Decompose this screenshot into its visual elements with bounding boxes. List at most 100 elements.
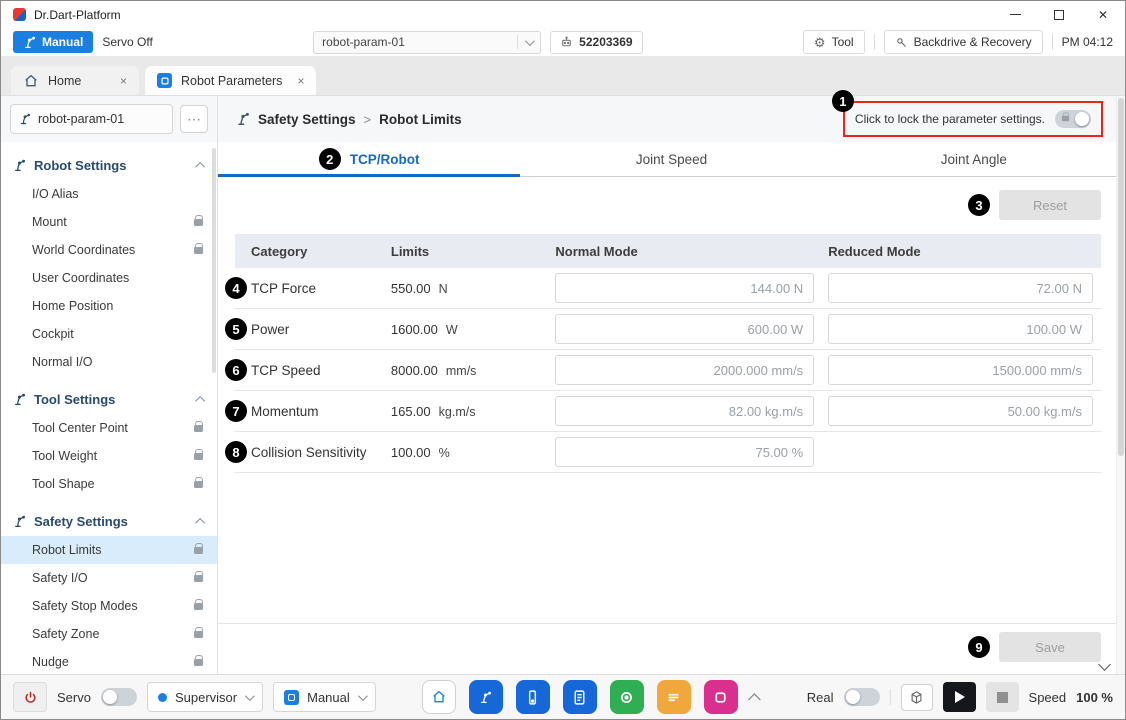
document-app-icon[interactable] [563,680,597,714]
normal-mode-input[interactable]: 2000.000 mm/s [555,355,814,385]
sidebar-item-robot-limits[interactable]: Robot Limits [1,536,217,564]
sidebar-param-box[interactable]: robot-param-01 [10,104,173,134]
close-button[interactable]: ✕ [1081,1,1125,28]
category-label: Momentum [251,404,319,419]
manual-mode-button[interactable]: Manual [13,31,93,53]
category-cell: 6TCP Speed [235,363,391,378]
tab-joint-speed[interactable]: Joint Speed [520,142,822,176]
sidebar-section-label: Robot Settings [34,158,126,173]
normal-mode-input[interactable]: 600.00 W [555,314,814,344]
sidebar-item-mount[interactable]: Mount [1,208,217,236]
table-row-tcp-force: 4TCP Force550.00N144.00 N72.00 N [235,268,1101,309]
sidebar-item-tool-center-point[interactable]: Tool Center Point [1,414,217,442]
more-options-button[interactable]: ⋯ [180,105,208,133]
category-cell: 7Momentum [235,404,391,419]
reduced-mode-input[interactable]: 50.00 kg.m/s [828,396,1093,426]
sidebar-item-safety-zone[interactable]: Safety Zone [1,620,217,648]
divider [874,34,875,50]
robot-arm-app-icon[interactable] [469,680,503,714]
divider [890,689,891,705]
lock-hint-text: Click to lock the parameter settings. [855,112,1045,126]
limits-table-body: 4TCP Force550.00N144.00 N72.00 N5Power16… [235,268,1101,473]
home-hub-app-icon[interactable] [422,680,456,714]
robot-param-select-value: robot-param-01 [322,35,405,49]
sidebar-item-tool-weight[interactable]: Tool Weight [1,442,217,470]
minimize-button[interactable] [993,1,1037,28]
chevron-up-icon [195,161,205,171]
tab-tcp-robot[interactable]: 2TCP/Robot [218,142,520,176]
sidebar-header: robot-param-01 ⋯ [1,96,217,142]
sidebar-item-label: Safety Zone [32,627,99,641]
robot-serial-box[interactable]: 52203369 [550,31,642,54]
backdrive-recovery-button[interactable]: Backdrive & Recovery [884,30,1043,54]
robot-square-icon [157,73,172,88]
collapse-dock-icon[interactable] [748,693,761,706]
sidebar-section-robot-settings[interactable]: Robot Settings [1,150,217,180]
play-button[interactable] [943,682,976,712]
normal-mode-input[interactable]: 75.00 % [555,437,814,467]
parameter-lock-control: 1 Click to lock the parameter settings. [843,101,1103,137]
sidebar-item-tool-shape[interactable]: Tool Shape [1,470,217,498]
teach-pendant-app-icon[interactable] [516,680,550,714]
limit-unit: N [439,282,448,296]
sidebar-menu: Robot Settings I/O AliasMountWorld Coordi… [1,142,217,674]
normal-mode-cell: 600.00 W [555,314,828,344]
maximize-button[interactable] [1037,1,1081,28]
sidebar-item-i-o-alias[interactable]: I/O Alias [1,180,217,208]
3d-view-button[interactable] [901,684,933,711]
sidebar-item-home-position[interactable]: Home Position [1,292,217,320]
sidebar-item-label: Normal I/O [32,355,92,369]
limits-cell: 165.00kg.m/s [391,404,556,419]
content-scrollbar[interactable] [1116,96,1125,674]
more-options-icon: ⋯ [187,111,201,128]
stop-button[interactable] [986,682,1019,712]
app-dock [422,680,738,714]
orange-lines-app-icon[interactable] [657,680,691,714]
manual-mode-icon [284,690,299,705]
body-row: robot-param-01 ⋯ Robot Settings I/O Alias… [1,96,1125,674]
sidebar-item-safety-stop-modes[interactable]: Safety Stop Modes [1,592,217,620]
tab-joint-angle[interactable]: Joint Angle [823,142,1125,176]
role-select[interactable]: Supervisor [147,682,263,712]
servo-toggle[interactable] [101,688,137,706]
robot-param-select[interactable]: robot-param-01 [313,31,541,54]
tool-button[interactable]: ⚙ Tool [803,30,865,54]
breadcrumb-parent[interactable]: Safety Settings [258,112,356,127]
normal-mode-cell: 82.00 kg.m/s [555,396,828,426]
reduced-mode-input[interactable]: 72.00 N [828,273,1093,303]
sidebar-item-cockpit[interactable]: Cockpit [1,320,217,348]
sidebar-item-user-coordinates[interactable]: User Coordinates [1,264,217,292]
limit-value: 550.00 [391,281,431,296]
magenta-shape-app-icon[interactable] [704,680,738,714]
close-tab-icon[interactable]: × [291,74,304,88]
lock-icon [194,547,203,554]
sidebar-item-safety-i-o[interactable]: Safety I/O [1,564,217,592]
green-circle-app-icon[interactable] [610,680,644,714]
sidebar-item-label: Tool Shape [32,477,95,491]
real-label: Real [807,690,834,705]
sidebar-section-safety-settings[interactable]: Safety Settings [1,506,217,536]
normal-mode-input[interactable]: 82.00 kg.m/s [555,396,814,426]
sidebar-item-nudge[interactable]: Nudge [1,648,217,674]
scrollbar-thumb[interactable] [1118,98,1124,456]
speed-value[interactable]: 100 % [1076,690,1113,705]
sidebar-item-normal-i-o[interactable]: Normal I/O [1,348,217,376]
tab-home[interactable]: Home× [11,66,139,95]
reduced-mode-input[interactable]: 100.00 W [828,314,1093,344]
reset-button[interactable]: Reset [999,190,1101,220]
real-toggle[interactable] [844,688,880,706]
annotation-badge-9: 9 [968,636,990,658]
operation-mode-select[interactable]: Manual [273,682,376,712]
sidebar-section-tool-settings[interactable]: Tool Settings [1,384,217,414]
sidebar-item-world-coordinates[interactable]: World Coordinates [1,236,217,264]
stop-icon [997,692,1008,703]
servo-power-button[interactable] [13,682,47,712]
parameter-lock-toggle[interactable] [1055,110,1091,128]
reduced-mode-input[interactable]: 1500.000 mm/s [828,355,1093,385]
normal-mode-input[interactable]: 144.00 N [555,273,814,303]
save-button[interactable]: Save [999,632,1101,662]
tab-robot-parameters[interactable]: Robot Parameters× [145,66,316,95]
minimize-icon [1010,14,1021,15]
close-tab-icon[interactable]: × [114,74,127,88]
sidebar-scrollbar[interactable] [212,148,216,373]
